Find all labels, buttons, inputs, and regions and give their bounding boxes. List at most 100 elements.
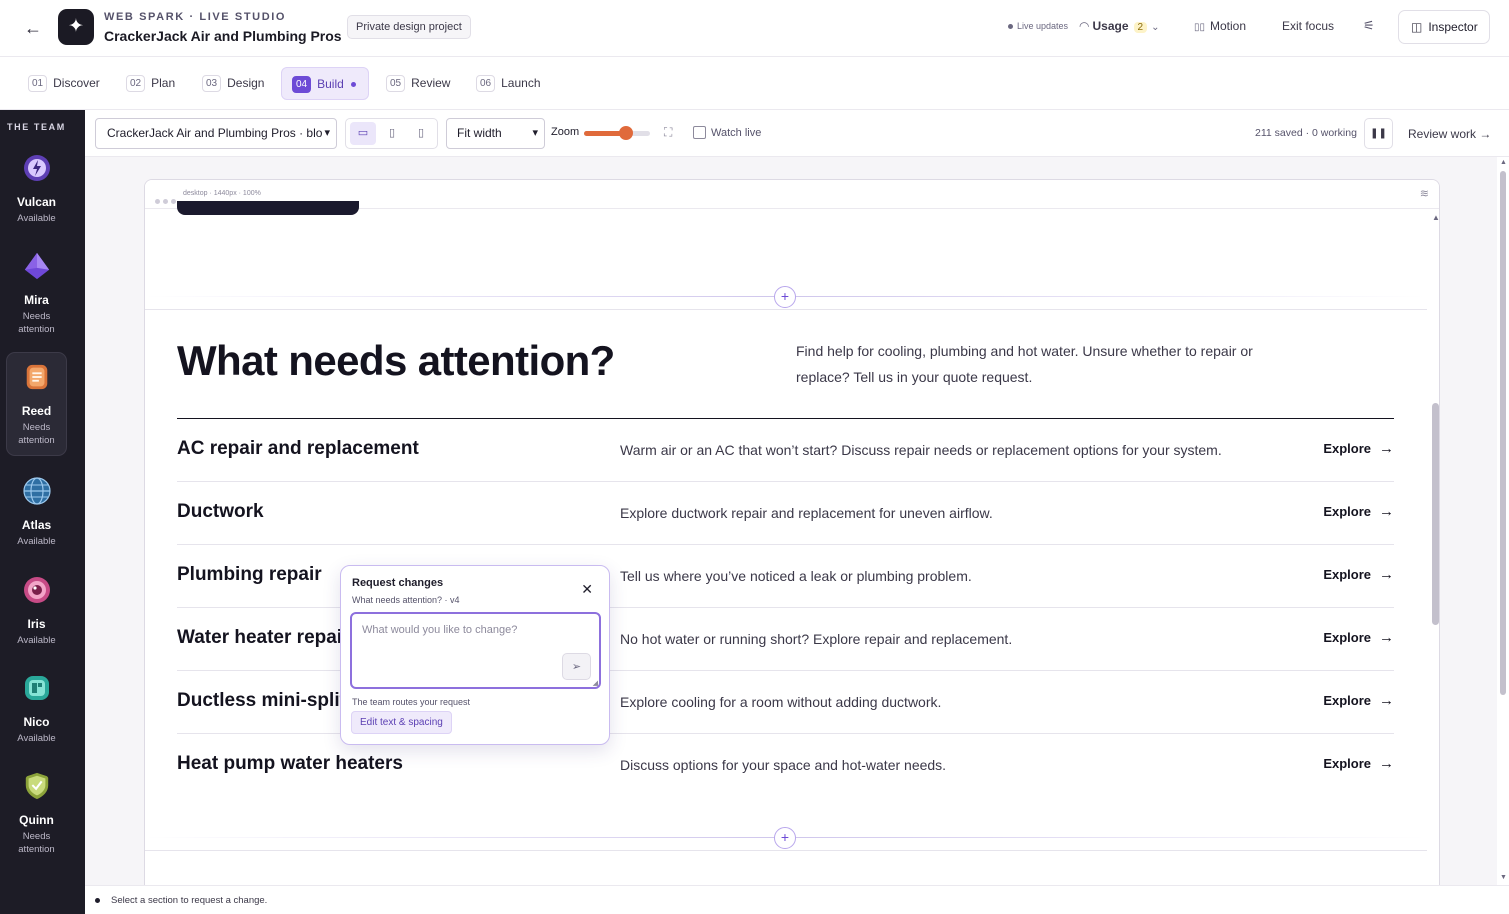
popover-subtitle: What needs attention? · v4 xyxy=(352,595,460,605)
step-plan[interactable]: 02 Plan xyxy=(126,67,183,100)
explore-link[interactable]: Explore → xyxy=(1323,440,1394,457)
zoom-slider-handle[interactable] xyxy=(618,126,633,140)
pause-icon[interactable]: ❚❚ xyxy=(1364,118,1393,149)
canvas-toolbar: CrackerJack Air and Plumbing Pros · bloc… xyxy=(85,110,1509,157)
step-build[interactable]: 04 Build xyxy=(281,67,369,100)
step-design[interactable]: 03 Design xyxy=(202,67,272,100)
fit-screen-icon[interactable]: ⛶ xyxy=(664,125,672,140)
explore-link[interactable]: Explore → xyxy=(1323,692,1394,709)
checkbox-icon xyxy=(693,126,706,139)
preview-canvas: desktop · 1440px · 100% ≋ + What needs a… xyxy=(85,157,1497,899)
agent-status: Available xyxy=(17,635,56,646)
resize-handle-icon[interactable]: ◢ xyxy=(593,679,598,687)
edit-text-spacing-button[interactable]: Edit text & spacing xyxy=(351,711,452,734)
save-status: 211 saved · 0 working xyxy=(1255,127,1357,139)
agent-reed[interactable]: Reed Needs attention xyxy=(6,352,67,456)
frame-scrollbar[interactable]: ▲ xyxy=(1430,209,1439,898)
close-icon[interactable]: ✕ xyxy=(581,581,593,598)
agent-name: Mira xyxy=(24,293,49,307)
agent-name: Iris xyxy=(27,617,46,631)
exit-focus-button[interactable]: Exit focus xyxy=(1282,19,1334,33)
explore-link[interactable]: Explore → xyxy=(1323,629,1394,646)
layers-icon[interactable]: ≋ xyxy=(1420,187,1429,200)
add-section-icon[interactable]: + xyxy=(774,286,796,308)
service-title: Ductwork xyxy=(177,501,264,522)
section-intro[interactable]: Find help for cooling, plumbing and hot … xyxy=(796,338,1296,390)
desktop-icon[interactable]: ▭ xyxy=(350,122,376,145)
explore-label: Explore xyxy=(1323,567,1371,582)
status-bar: Select a section to request a change. xyxy=(85,885,1509,914)
scroll-up-icon[interactable]: ▲ xyxy=(1432,213,1439,222)
active-dot-icon xyxy=(350,82,356,88)
page-scrollbar-thumb[interactable] xyxy=(1500,171,1506,695)
document-avatar-icon xyxy=(26,364,47,390)
step-number: 05 xyxy=(386,75,406,92)
studio-label: WEB SPARK · LIVE STUDIO xyxy=(104,11,287,23)
inspector-button[interactable]: ◫ Inspector xyxy=(1398,10,1490,44)
agent-nico[interactable]: Nico Available xyxy=(6,674,67,745)
agent-name: Atlas xyxy=(21,518,52,532)
popover-title: Request changes xyxy=(352,577,444,589)
scroll-down-icon[interactable]: ▼ xyxy=(1500,874,1507,881)
scroll-up-icon[interactable]: ▲ xyxy=(1500,159,1507,166)
review-work-button[interactable]: Review work → xyxy=(1408,127,1491,141)
live-updates-label: Live updates xyxy=(1017,21,1069,31)
service-row[interactable]: Ductwork Explore ductwork repair and rep… xyxy=(177,482,1394,545)
input-placeholder: What would you like to change? xyxy=(362,624,518,636)
back-arrow-icon[interactable]: ← xyxy=(22,17,44,39)
review-work-label: Review work xyxy=(1408,127,1477,141)
section-heading[interactable]: What needs attention? xyxy=(177,337,615,385)
chevron-down-icon: ▾ xyxy=(322,119,330,148)
step-review[interactable]: 05 Review xyxy=(386,67,458,100)
step-discover[interactable]: 01 Discover xyxy=(28,67,108,100)
lightning-avatar-icon xyxy=(23,155,50,181)
service-title: Plumbing repair xyxy=(177,564,322,585)
fit-select[interactable]: Fit width ▾ xyxy=(446,118,545,149)
explore-label: Explore xyxy=(1323,504,1371,519)
mobile-icon[interactable]: ▯ xyxy=(408,122,434,145)
add-section-icon[interactable]: + xyxy=(774,827,796,849)
watch-live-checkbox[interactable]: Watch live xyxy=(693,126,761,139)
page-select[interactable]: CrackerJack Air and Plumbing Pros · bloc… xyxy=(95,118,337,149)
motion-button[interactable]: ▯▯ Motion xyxy=(1194,19,1246,33)
cta-button-partial[interactable] xyxy=(177,201,359,215)
page-scrollbar[interactable]: ▲ ▼ xyxy=(1497,157,1509,885)
usage-button[interactable]: ◠ Usage 2 ⌄ xyxy=(1079,19,1159,33)
tablet-icon[interactable]: ▯ xyxy=(379,122,405,145)
explore-link[interactable]: Explore → xyxy=(1323,755,1394,772)
shield-check-avatar-icon xyxy=(25,772,48,800)
agent-iris[interactable]: Iris Available xyxy=(6,576,67,647)
sliders-icon[interactable]: ⚟ xyxy=(1363,18,1375,34)
send-icon[interactable]: ➢ xyxy=(562,653,591,680)
service-row[interactable]: AC repair and replacement Warm air or an… xyxy=(177,419,1394,482)
top-bar: ← ✦ WEB SPARK · LIVE STUDIO CrackerJack … xyxy=(0,0,1509,57)
agent-status: Needs attention xyxy=(18,422,55,446)
agent-status: Available xyxy=(17,733,56,744)
agent-atlas[interactable]: Atlas Available xyxy=(6,477,67,548)
agent-vulcan[interactable]: Vulcan Available xyxy=(6,154,67,225)
step-number: 01 xyxy=(28,75,48,92)
arrow-right-icon: → xyxy=(1379,755,1394,772)
service-title: AC repair and replacement xyxy=(177,438,419,459)
explore-label: Explore xyxy=(1323,630,1371,645)
chevron-down-icon: ▾ xyxy=(532,127,538,139)
step-launch[interactable]: 06 Launch xyxy=(476,67,549,100)
service-description: Discuss options for your space and hot-w… xyxy=(620,757,947,773)
explore-link[interactable]: Explore → xyxy=(1323,566,1394,583)
zoom-slider[interactable] xyxy=(584,126,650,140)
agent-status: Needs attention xyxy=(18,311,55,335)
agent-mira[interactable]: Mira Needs attention xyxy=(6,252,67,336)
team-sidebar: THE TEAM Vulcan Available Mira Needs att… xyxy=(0,110,85,914)
change-request-input[interactable]: What would you like to change? ➢ ◢ xyxy=(350,612,601,689)
agent-quinn[interactable]: Quinn Needs attention xyxy=(6,772,67,856)
step-label: Design xyxy=(227,76,265,90)
step-number: 04 xyxy=(292,76,312,93)
step-number: 03 xyxy=(202,75,222,92)
request-changes-popover: Request changes What needs attention? · … xyxy=(340,565,610,745)
step-label: Discover xyxy=(53,76,100,90)
explore-link[interactable]: Explore → xyxy=(1323,503,1394,520)
agent-name: Vulcan xyxy=(17,195,56,209)
service-description: Explore cooling for a room without addin… xyxy=(620,694,942,710)
status-dot-icon xyxy=(95,898,100,903)
frame-scrollbar-thumb[interactable] xyxy=(1432,403,1439,625)
